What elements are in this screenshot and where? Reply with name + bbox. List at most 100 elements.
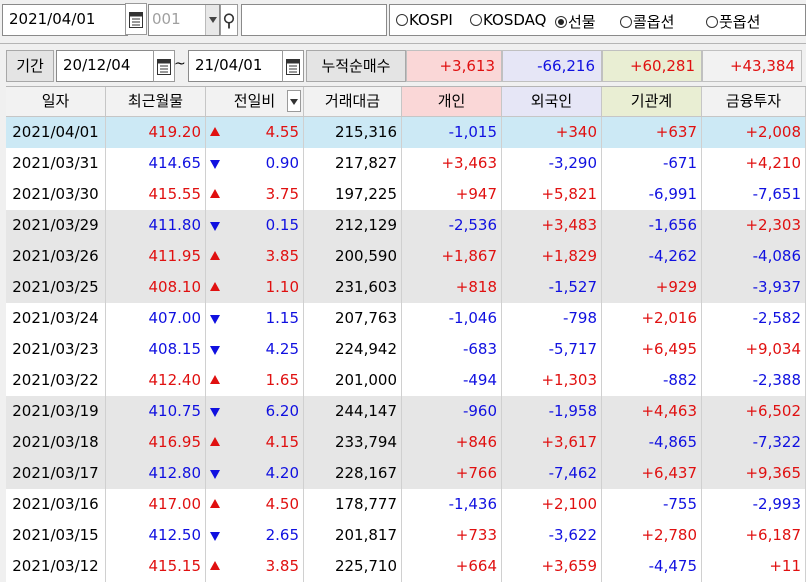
table-row[interactable]: 2021/03/12 415.15 3.85 225,710 +664 +3,659 -4,… bbox=[6, 551, 806, 582]
cell-value: +846 bbox=[455, 433, 497, 451]
table-row[interactable]: 2021/03/25 408.10 1.10 231,603 +818 -1,527 +92… bbox=[6, 272, 806, 303]
radio-futures[interactable]: 선물 bbox=[555, 11, 596, 32]
cell-financial-investment: +9,034 bbox=[702, 334, 806, 365]
radio-kosdaq[interactable]: KOSDAQ bbox=[470, 11, 546, 29]
cell-value: -4,865 bbox=[648, 433, 697, 451]
cell-date: 2021/03/31 bbox=[6, 148, 106, 179]
cell-front-month: 419.20 bbox=[106, 117, 206, 148]
header-col-individual[interactable]: 개인 bbox=[402, 87, 502, 117]
cell-foreign: +3,659 bbox=[502, 551, 602, 582]
table-row[interactable]: 2021/03/26 411.95 3.85 200,590 +1,867 +1,829 -… bbox=[6, 241, 806, 272]
cell-trade-amount: 224,942 bbox=[304, 334, 402, 365]
cell-value: 412.80 bbox=[148, 464, 202, 482]
cell-financial-investment: +6,502 bbox=[702, 396, 806, 427]
cell-value: +3,659 bbox=[541, 557, 597, 575]
cell-individual: +1,867 bbox=[402, 241, 502, 272]
cell-value: -7,462 bbox=[548, 464, 597, 482]
cell-individual: -1,046 bbox=[402, 303, 502, 334]
cell-value: 2021/03/26 bbox=[12, 247, 99, 265]
header-col-financial-investment[interactable]: 금융투자 bbox=[702, 87, 806, 117]
cell-value: +2,780 bbox=[641, 526, 697, 544]
triangle-down-icon bbox=[210, 470, 220, 479]
cell-date: 2021/03/23 bbox=[6, 334, 106, 365]
header-col-trade-amount[interactable]: 거래대금 bbox=[304, 87, 402, 117]
period-to-calendar-button[interactable] bbox=[282, 50, 304, 82]
cell-value: +766 bbox=[455, 464, 497, 482]
header-col-front-month[interactable]: 최근월물 bbox=[106, 87, 206, 117]
table-row[interactable]: 2021/03/24 407.00 1.15 207,763 -1,046 -798 +2,… bbox=[6, 303, 806, 334]
triangle-down-icon bbox=[210, 160, 220, 169]
header-col-foreign[interactable]: 외국인 bbox=[502, 87, 602, 117]
cell-value: +2,303 bbox=[745, 216, 801, 234]
period-from-calendar-button[interactable] bbox=[153, 50, 175, 82]
radio-kospi[interactable]: KOSPI bbox=[396, 11, 453, 29]
header-col-date[interactable]: 일자 bbox=[6, 87, 106, 117]
cell-trade-amount: 217,827 bbox=[304, 148, 402, 179]
cell-foreign: +5,821 bbox=[502, 179, 602, 210]
radio-label: KOSDAQ bbox=[483, 11, 547, 29]
code-combobox[interactable]: 001 bbox=[148, 4, 220, 36]
cell-individual: +947 bbox=[402, 179, 502, 210]
cell-individual: +664 bbox=[402, 551, 502, 582]
cell-financial-investment: -2,582 bbox=[702, 303, 806, 334]
triangle-up-icon bbox=[210, 251, 220, 260]
cell-date: 2021/03/16 bbox=[6, 489, 106, 520]
cell-front-month: 408.10 bbox=[106, 272, 206, 303]
date-calendar-button[interactable] bbox=[125, 3, 147, 35]
triangle-up-icon bbox=[210, 499, 220, 508]
triangle-up-icon bbox=[210, 375, 220, 384]
cell-change: 4.55 bbox=[206, 117, 304, 148]
table-row[interactable]: 2021/03/18 416.95 4.15 233,794 +846 +3,617 -4,… bbox=[6, 427, 806, 458]
cell-change: 3.75 bbox=[206, 179, 304, 210]
radio-call-option[interactable]: 콜옵션 bbox=[620, 11, 674, 32]
table-row[interactable]: 2021/03/30 415.55 3.75 197,225 +947 +5,821 -6,… bbox=[6, 179, 806, 210]
cell-value: 201,000 bbox=[334, 371, 397, 389]
search-button[interactable] bbox=[220, 4, 238, 36]
table-row[interactable]: 2021/03/19 410.75 6.20 244,147 -960 -1,958 +4,… bbox=[6, 396, 806, 427]
table-row[interactable]: 2021/04/01 419.20 4.55 215,316 -1,015 +340 +63… bbox=[6, 117, 806, 148]
cell-front-month: 412.40 bbox=[106, 365, 206, 396]
cell-date: 2021/03/22 bbox=[6, 365, 106, 396]
cell-value: 415.15 bbox=[148, 557, 202, 575]
cell-financial-investment: -4,086 bbox=[702, 241, 806, 272]
cell-value: 201,817 bbox=[334, 526, 397, 544]
period-from-input[interactable]: 20/12/04 bbox=[56, 50, 156, 82]
cell-institution: -671 bbox=[602, 148, 702, 179]
cell-financial-investment: +11 bbox=[702, 551, 806, 582]
table-row[interactable]: 2021/03/31 414.65 0.90 217,827 +3,463 -3,290 -… bbox=[6, 148, 806, 179]
table-row[interactable]: 2021/03/22 412.40 1.65 201,000 -494 +1,303 -88… bbox=[6, 365, 806, 396]
header-col-change[interactable]: 전일비 bbox=[206, 87, 304, 117]
cell-institution: -4,865 bbox=[602, 427, 702, 458]
date-input-value: 2021/04/01 bbox=[9, 10, 96, 28]
table-row[interactable]: 2021/03/15 412.50 2.65 201,817 +733 -3,622 +2,… bbox=[6, 520, 806, 551]
sort-dropdown-icon[interactable] bbox=[287, 90, 301, 112]
chevron-down-icon[interactable] bbox=[205, 5, 219, 35]
cell-change: 1.65 bbox=[206, 365, 304, 396]
cell-value: -1,527 bbox=[548, 278, 597, 296]
cell-value: 178,777 bbox=[334, 495, 397, 513]
cell-institution: +6,437 bbox=[602, 458, 702, 489]
table-row[interactable]: 2021/03/16 417.00 4.50 178,777 -1,436 +2,100 -… bbox=[6, 489, 806, 520]
cell-front-month: 407.00 bbox=[106, 303, 206, 334]
cell-trade-amount: 200,590 bbox=[304, 241, 402, 272]
cell-institution: +6,495 bbox=[602, 334, 702, 365]
cell-value: 412.40 bbox=[148, 371, 202, 389]
cell-financial-investment: -7,651 bbox=[702, 179, 806, 210]
table-row[interactable]: 2021/03/23 408.15 4.25 224,942 -683 -5,717 +6,… bbox=[6, 334, 806, 365]
cell-value: +2,008 bbox=[745, 123, 801, 141]
cell-front-month: 415.55 bbox=[106, 179, 206, 210]
cell-value: +929 bbox=[655, 278, 697, 296]
cell-value: +340 bbox=[555, 123, 597, 141]
cell-value: 4.25 bbox=[265, 340, 299, 358]
cell-value: 200,590 bbox=[334, 247, 397, 265]
cell-front-month: 414.65 bbox=[106, 148, 206, 179]
table-row[interactable]: 2021/03/17 412.80 4.20 228,167 +766 -7,462 +6,… bbox=[6, 458, 806, 489]
table-row[interactable]: 2021/03/29 411.80 0.15 212,129 -2,536 +3,483 -… bbox=[6, 210, 806, 241]
radio-circle bbox=[706, 15, 718, 28]
item-name-field[interactable] bbox=[241, 4, 387, 36]
radio-put-option[interactable]: 풋옵션 bbox=[706, 11, 760, 32]
period-to-input[interactable]: 21/04/01 bbox=[188, 50, 284, 82]
cell-change: 4.25 bbox=[206, 334, 304, 365]
header-col-institution[interactable]: 기관계 bbox=[602, 87, 702, 117]
date-input[interactable]: 2021/04/01 bbox=[2, 4, 128, 36]
